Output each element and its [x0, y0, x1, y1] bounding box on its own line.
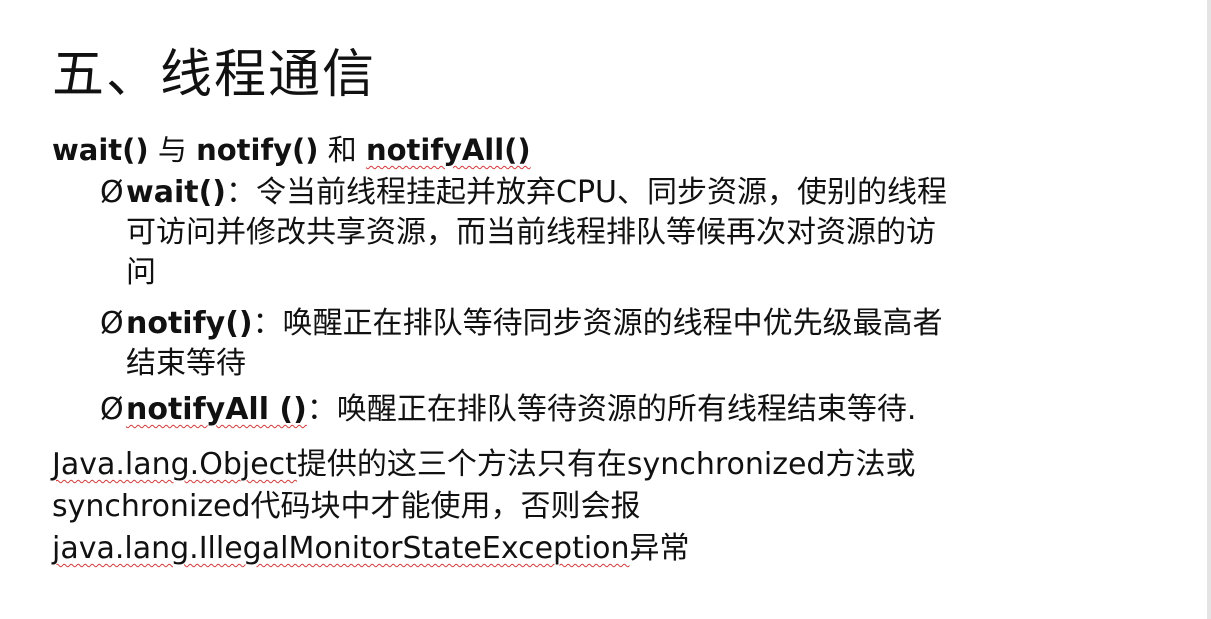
window-edge [1207, 0, 1211, 619]
bullet-notifyall: ØnotifyAll ()：唤醒正在排队等待资源的所有线程结束等待. [100, 390, 1180, 430]
bullet-marker: Ø [100, 306, 124, 341]
note-text-4: 异常 [629, 531, 690, 566]
bullet-description-line-3: 问 [126, 255, 156, 290]
bullet-description-line-1: 唤醒正在排队等待同步资源的线程中优先级最高者 [282, 306, 943, 341]
note-class-object: Java.lang.Object [52, 447, 297, 482]
bullet-function-name: notifyAll () [126, 392, 307, 427]
note-text-2: 方法或 [825, 447, 916, 482]
exception-note: Java.lang.Object提供的这三个方法只有在synchronized方… [52, 444, 1152, 570]
bullet-wait: Øwait()：令当前线程挂起并放弃CPU、同步资源，使别的线程 可访问并修改共… [100, 173, 1180, 293]
bullet-description-line-2: 结束等待 [126, 346, 246, 381]
bullet-description-line-1: 令当前线程挂起并放弃CPU、同步资源，使别的线程 [256, 175, 948, 210]
note-text-3: 代码块中才能使用，否则会报 [250, 489, 641, 524]
note-exception-class: java.lang.IllegalMonitorStateException [52, 531, 630, 566]
bullet-separator: ： [226, 175, 257, 210]
bullet-separator: ： [252, 306, 283, 341]
slide-subtitle: wait() 与 notify() 和 notifyAll() [52, 130, 531, 170]
subtitle-conj-1: 与 [148, 133, 197, 167]
subtitle-wait: wait() [52, 133, 149, 167]
subtitle-notifyall: notifyAll() [365, 133, 531, 167]
bullet-function-name: notify() [126, 306, 253, 341]
bullet-description-line-2: 可访问并修改共享资源，而当前线程排队等候再次对资源的访 [126, 215, 936, 250]
bullet-function-name: wait() [126, 175, 227, 210]
text-cursor-icon: I [188, 176, 194, 200]
bullet-description-line-1: 唤醒正在排队等待资源的所有线程结束等待. [336, 392, 917, 427]
subtitle-notify: notify() [196, 133, 319, 167]
bullet-notify: Ønotify()：唤醒正在排队等待同步资源的线程中优先级最高者 结束等待 [100, 304, 1180, 384]
note-text-1: 提供的这三个方法只有在 [296, 447, 627, 482]
bullet-marker: Ø [100, 392, 124, 427]
note-keyword-synchronized-2: synchronized [52, 489, 251, 524]
bullet-separator: ： [306, 392, 337, 427]
note-keyword-synchronized-1: synchronized [626, 447, 826, 482]
slide-title: 五、线程通信 [52, 45, 377, 105]
slide: 五、线程通信 wait() 与 notify() 和 notifyAll() Ø… [0, 0, 1211, 619]
bullet-marker: Ø [100, 175, 124, 210]
subtitle-conj-2: 和 [318, 133, 366, 167]
